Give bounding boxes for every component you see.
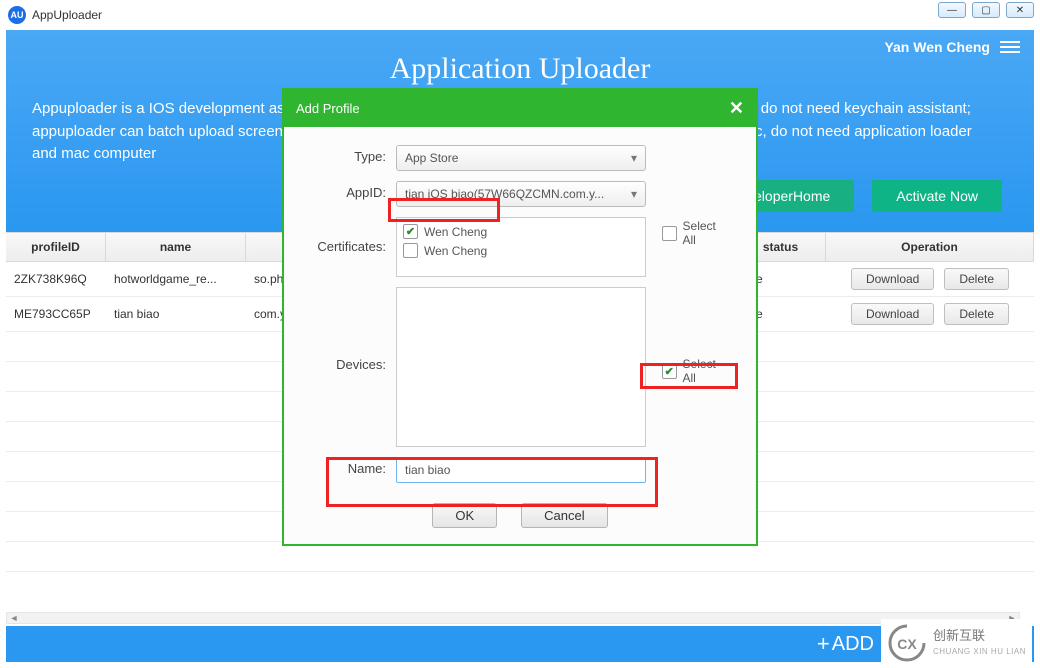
menu-icon[interactable] [1000, 38, 1020, 56]
certs-select-all[interactable]: Select All [662, 219, 730, 247]
ok-button[interactable]: OK [432, 503, 497, 528]
select-all-label: Select All [683, 219, 730, 247]
col-name: name [106, 233, 246, 261]
svg-text:CX: CX [897, 636, 917, 652]
cell-id: 2ZK738K96Q [6, 266, 106, 292]
watermark-logo-icon: CX [887, 623, 927, 663]
add-profile-dialog: Add Profile ✕ Type: App Store AppID: tia… [282, 88, 758, 546]
watermark: CX 创新互联 CHUANG XIN HU LIAN [881, 619, 1032, 667]
checkbox-icon[interactable] [403, 224, 418, 239]
watermark-en: CHUANG XIN HU LIAN [933, 647, 1026, 656]
maximize-button[interactable]: ▢ [972, 2, 1000, 18]
download-button[interactable]: Download [851, 268, 934, 290]
type-label: Type: [310, 145, 396, 164]
scroll-left-icon[interactable]: ◄ [7, 613, 21, 623]
name-input[interactable] [396, 457, 646, 483]
certificates-box: Wen Cheng Wen Cheng [396, 217, 646, 277]
delete-button[interactable]: Delete [944, 303, 1009, 325]
appid-label: AppID: [310, 181, 396, 200]
dialog-title: Add Profile [296, 101, 360, 116]
minimize-button[interactable]: — [938, 2, 966, 18]
add-label: ADD [832, 633, 874, 656]
select-all-label: Select All [683, 357, 730, 385]
app-title: Application Uploader [32, 52, 1008, 86]
name-label: Name: [310, 457, 396, 476]
horizontal-scrollbar[interactable]: ◄ ► [6, 612, 1020, 624]
close-window-button[interactable]: ✕ [1006, 2, 1034, 18]
app-logo-icon: AU [8, 6, 26, 24]
checkbox-icon[interactable] [662, 226, 677, 241]
devices-box [396, 287, 646, 447]
col-profileid: profileID [6, 233, 106, 261]
watermark-cn: 创新互联 [933, 629, 1026, 643]
cert-item[interactable]: Wen Cheng [403, 241, 639, 260]
cert-item[interactable]: Wen Cheng [403, 222, 639, 241]
certificates-label: Certificates: [310, 217, 396, 254]
add-bar[interactable]: + ADD [6, 626, 1034, 662]
cert-label: Wen Cheng [424, 225, 487, 239]
devices-label: Devices: [310, 287, 396, 372]
type-select[interactable]: App Store [396, 145, 646, 171]
user-name: Yan Wen Cheng [884, 39, 990, 55]
cert-label: Wen Cheng [424, 244, 487, 258]
download-button[interactable]: Download [851, 303, 934, 325]
cancel-button[interactable]: Cancel [521, 503, 607, 528]
window-titlebar: AU AppUploader — ▢ ✕ [0, 0, 1040, 30]
cell-name: hotworldgame_re... [106, 266, 246, 292]
activate-now-button[interactable]: Activate Now [872, 180, 1002, 212]
col-operation: Operation [826, 233, 1034, 261]
cell-id: ME793CC65P [6, 301, 106, 327]
close-icon[interactable]: ✕ [729, 98, 744, 119]
devices-select-all[interactable]: Select All [662, 357, 730, 385]
cell-name: tian biao [106, 301, 246, 327]
appid-select[interactable]: tian iOS biao(57W66QZCMN.com.y... [396, 181, 646, 207]
checkbox-icon[interactable] [662, 364, 677, 379]
plus-icon: + [817, 631, 830, 657]
checkbox-icon[interactable] [403, 243, 418, 258]
window-title: AppUploader [32, 8, 102, 22]
delete-button[interactable]: Delete [944, 268, 1009, 290]
